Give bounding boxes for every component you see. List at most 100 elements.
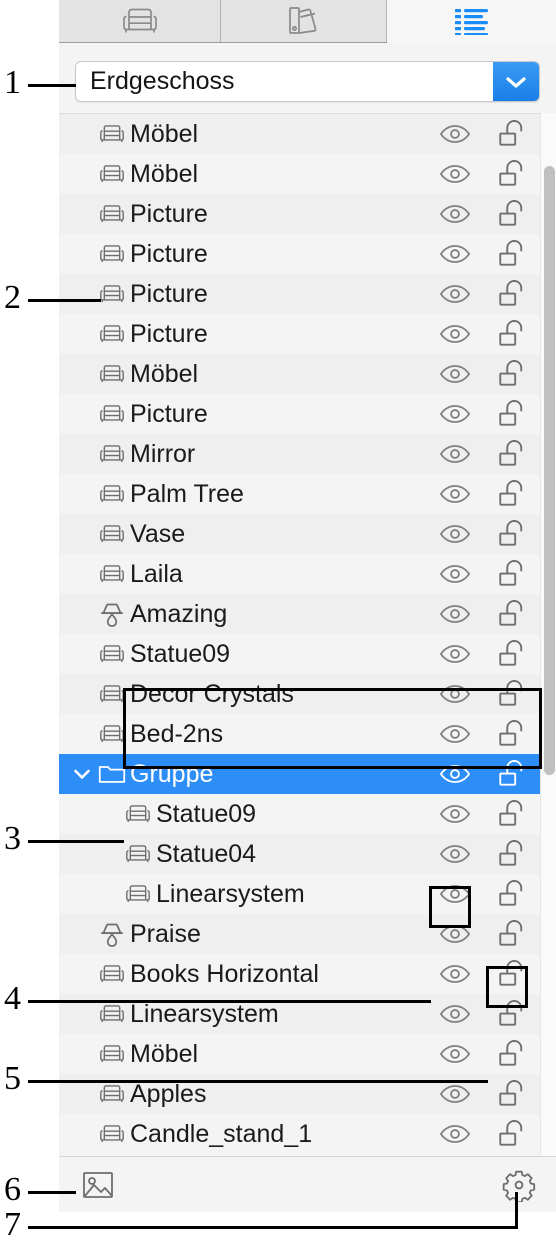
list-scrollbar-track[interactable]	[540, 113, 556, 1156]
visibility-toggle[interactable]	[428, 964, 482, 984]
list-item[interactable]: Möbel	[59, 354, 540, 394]
lock-toggle[interactable]	[482, 400, 540, 428]
visibility-toggle[interactable]	[428, 724, 482, 744]
list-item[interactable]: Möbel	[59, 114, 540, 154]
armchair-icon	[95, 282, 129, 306]
tab-materials[interactable]	[221, 0, 387, 42]
list-item[interactable]: Picture	[59, 314, 540, 354]
visibility-toggle[interactable]	[428, 1044, 482, 1064]
lock-toggle[interactable]	[482, 440, 540, 468]
list-item[interactable]: Palm Tree	[59, 474, 540, 514]
lock-toggle[interactable]	[482, 280, 540, 308]
annotation-leader-7	[28, 1226, 518, 1229]
lock-toggle[interactable]	[482, 800, 540, 828]
list-item[interactable]: Bed-2ns	[59, 714, 540, 754]
lock-toggle[interactable]	[482, 600, 540, 628]
floor-select[interactable]: Erdgeschoss	[75, 61, 540, 102]
list-item[interactable]: Statue09	[59, 794, 540, 834]
visibility-toggle[interactable]	[428, 684, 482, 704]
lock-toggle[interactable]	[482, 960, 540, 988]
lock-toggle[interactable]	[482, 1000, 540, 1028]
list-item[interactable]: Picture	[59, 194, 540, 234]
visibility-toggle[interactable]	[428, 244, 482, 264]
list-item[interactable]: Möbel	[59, 1034, 540, 1074]
lock-toggle[interactable]	[482, 840, 540, 868]
settings-button[interactable]	[500, 1167, 538, 1203]
tab-furniture[interactable]	[59, 0, 221, 42]
list-item[interactable]: Gruppe	[59, 754, 540, 794]
list-item[interactable]: Amazing	[59, 594, 540, 634]
visibility-toggle[interactable]	[428, 804, 482, 824]
list-item[interactable]: Vase	[59, 514, 540, 554]
lock-toggle[interactable]	[482, 1040, 540, 1068]
lock-toggle[interactable]	[482, 680, 540, 708]
list-item[interactable]: Praise	[59, 914, 540, 954]
lock-toggle[interactable]	[482, 1120, 540, 1148]
lock-toggle[interactable]	[482, 240, 540, 268]
lock-toggle[interactable]	[482, 360, 540, 388]
list-item[interactable]: Picture	[59, 274, 540, 314]
unlocked-padlock-icon	[499, 760, 523, 786]
lock-toggle[interactable]	[482, 640, 540, 668]
list-item-label: Mirror	[130, 439, 196, 468]
lock-toggle[interactable]	[482, 720, 540, 748]
visibility-toggle[interactable]	[428, 764, 482, 784]
list-item[interactable]: Laila	[59, 554, 540, 594]
lock-toggle[interactable]	[482, 1080, 540, 1108]
folder-icon	[95, 762, 129, 786]
list-item[interactable]: Linearsystem	[59, 874, 540, 914]
visibility-toggle[interactable]	[428, 364, 482, 384]
visibility-toggle[interactable]	[428, 284, 482, 304]
lock-toggle[interactable]	[482, 760, 540, 788]
tab-object-list[interactable]	[387, 0, 556, 42]
list-item[interactable]: Candle_stand_1	[59, 1114, 540, 1154]
list-item-label: Bed-2ns	[130, 719, 224, 748]
list-item[interactable]: Statue09	[59, 634, 540, 674]
armchair-icon	[95, 1122, 129, 1146]
list-item[interactable]: Decor Crystals	[59, 674, 540, 714]
list-item[interactable]: Picture	[59, 394, 540, 434]
insert-image-button[interactable]	[80, 1168, 116, 1202]
eye-icon	[439, 485, 471, 503]
lock-toggle[interactable]	[482, 120, 540, 148]
list-item-label: Möbel	[130, 159, 199, 188]
visibility-toggle[interactable]	[428, 324, 482, 344]
list-item[interactable]: Picture	[59, 234, 540, 274]
visibility-toggle[interactable]	[428, 124, 482, 144]
visibility-toggle[interactable]	[428, 884, 482, 904]
visibility-toggle[interactable]	[428, 1004, 482, 1024]
lock-toggle[interactable]	[482, 200, 540, 228]
visibility-toggle[interactable]	[428, 164, 482, 184]
lock-toggle[interactable]	[482, 320, 540, 348]
list-scrollbar-thumb[interactable]	[544, 166, 555, 775]
visibility-toggle[interactable]	[428, 644, 482, 664]
visibility-toggle[interactable]	[428, 844, 482, 864]
lock-toggle[interactable]	[482, 920, 540, 948]
visibility-toggle[interactable]	[428, 484, 482, 504]
visibility-toggle[interactable]	[428, 604, 482, 624]
list-item[interactable]: Möbel	[59, 154, 540, 194]
lock-toggle[interactable]	[482, 520, 540, 548]
list-item[interactable]: Books Horizontal	[59, 954, 540, 994]
visibility-toggle[interactable]	[428, 1124, 482, 1144]
visibility-toggle[interactable]	[428, 924, 482, 944]
floor-select-toggle[interactable]	[493, 62, 539, 101]
visibility-toggle[interactable]	[428, 524, 482, 544]
armchair-icon	[95, 162, 129, 186]
armchair-icon	[100, 685, 124, 703]
lock-toggle[interactable]	[482, 160, 540, 188]
visibility-toggle[interactable]	[428, 564, 482, 584]
list-item[interactable]: Statue04	[59, 834, 540, 874]
list-item[interactable]: Mirror	[59, 434, 540, 474]
visibility-toggle[interactable]	[428, 444, 482, 464]
unlocked-padlock-icon	[499, 480, 523, 506]
eye-icon	[439, 685, 471, 703]
visibility-toggle[interactable]	[428, 404, 482, 424]
visibility-toggle[interactable]	[428, 1084, 482, 1104]
lock-toggle[interactable]	[482, 880, 540, 908]
list-item-disclosure-toggle[interactable]	[69, 768, 95, 780]
visibility-toggle[interactable]	[428, 204, 482, 224]
lock-toggle[interactable]	[482, 480, 540, 508]
annotation-leader-6	[28, 1191, 76, 1194]
lock-toggle[interactable]	[482, 560, 540, 588]
